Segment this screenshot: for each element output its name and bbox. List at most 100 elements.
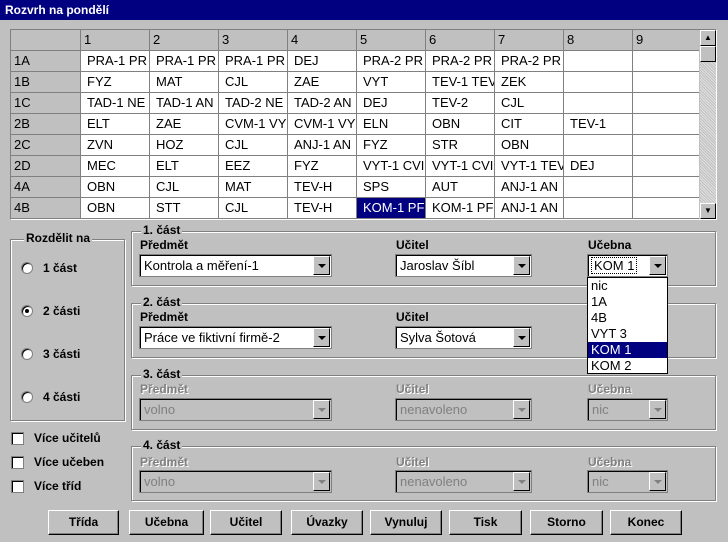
- grid-cell[interactable]: PRA-1 PR: [219, 51, 288, 72]
- chevron-down-icon[interactable]: [313, 328, 330, 347]
- scroll-thumb[interactable]: [700, 46, 716, 62]
- checkbox-more-teachers[interactable]: [11, 432, 24, 445]
- part-1-subject-select[interactable]: Kontrola a měření-1: [139, 254, 332, 277]
- grid-cell[interactable]: ANJ-1 AN: [495, 198, 564, 219]
- grid-cell[interactable]: [633, 72, 702, 93]
- grid-cell[interactable]: [633, 198, 702, 219]
- grid-cell[interactable]: AUT: [426, 177, 495, 198]
- grid-cell[interactable]: TEV-H: [288, 198, 357, 219]
- workload-button[interactable]: Úvazky: [291, 510, 363, 535]
- reset-button[interactable]: Vynuluj: [370, 510, 442, 535]
- grid-cell[interactable]: KOM-1 PF: [357, 198, 426, 219]
- grid-cell[interactable]: TAD-1 NE: [81, 93, 150, 114]
- close-button[interactable]: Konec: [610, 510, 682, 535]
- schedule-grid[interactable]: 1 2 3 4 5 6 7 8 9 1A PRA-1 PR PRA-1 PR PRA-1 PR DEJ PR…: [10, 29, 717, 220]
- chevron-down-icon[interactable]: [513, 256, 530, 275]
- grid-cell[interactable]: PRA-2 PR: [426, 51, 495, 72]
- scroll-down-icon[interactable]: ▼: [700, 203, 716, 219]
- grid-cell[interactable]: [633, 51, 702, 72]
- grid-cell[interactable]: ANJ-1 AN: [288, 135, 357, 156]
- grid-cell[interactable]: ZAE: [288, 72, 357, 93]
- room-option[interactable]: VYT 3: [588, 326, 667, 342]
- grid-cell[interactable]: ELT: [150, 156, 219, 177]
- checkbox-more-classes[interactable]: [11, 480, 24, 493]
- grid-cell[interactable]: [564, 135, 633, 156]
- grid-cell[interactable]: MEC: [81, 156, 150, 177]
- grid-cell[interactable]: EEZ: [219, 156, 288, 177]
- grid-cell[interactable]: FYZ: [288, 156, 357, 177]
- grid-cell[interactable]: ZEK: [495, 72, 564, 93]
- grid-cell[interactable]: ZAE: [150, 114, 219, 135]
- grid-cell[interactable]: VYT-1 CVI: [426, 156, 495, 177]
- grid-cell[interactable]: OBN: [495, 135, 564, 156]
- grid-cell[interactable]: [564, 177, 633, 198]
- grid-cell[interactable]: ELN: [357, 114, 426, 135]
- radio-4-parts[interactable]: [21, 391, 33, 403]
- grid-cell[interactable]: SPS: [357, 177, 426, 198]
- grid-cell[interactable]: VYT: [357, 72, 426, 93]
- grid-cell[interactable]: [633, 114, 702, 135]
- room-button[interactable]: Učebna: [129, 510, 204, 535]
- radio-3-parts[interactable]: [21, 348, 33, 360]
- grid-cell[interactable]: TAD-2 AN: [288, 93, 357, 114]
- grid-cell[interactable]: PRA-1 PR: [150, 51, 219, 72]
- grid-cell[interactable]: STR: [426, 135, 495, 156]
- grid-cell[interactable]: PRA-2 PR: [495, 51, 564, 72]
- teacher-button[interactable]: Učitel: [210, 510, 282, 535]
- chevron-down-icon[interactable]: [513, 328, 530, 347]
- grid-vertical-scrollbar[interactable]: ▲ ▼: [699, 30, 716, 219]
- grid-cell[interactable]: HOZ: [150, 135, 219, 156]
- grid-cell[interactable]: VYT-1 TEV: [495, 156, 564, 177]
- grid-cell[interactable]: CJL: [219, 198, 288, 219]
- room-option-selected[interactable]: KOM 1: [588, 342, 667, 358]
- room-dropdown-list[interactable]: nic 1A 4B VYT 3 KOM 1 KOM 2: [587, 277, 668, 374]
- scroll-up-icon[interactable]: ▲: [700, 30, 716, 46]
- grid-cell[interactable]: [633, 135, 702, 156]
- room-option[interactable]: 1A: [588, 294, 667, 310]
- grid-cell[interactable]: ZVN: [81, 135, 150, 156]
- grid-cell[interactable]: CIT: [495, 114, 564, 135]
- grid-cell[interactable]: CVM-1 VY: [288, 114, 357, 135]
- grid-cell[interactable]: ELT: [81, 114, 150, 135]
- grid-cell[interactable]: OBN: [81, 177, 150, 198]
- grid-cell[interactable]: TAD-1 AN: [150, 93, 219, 114]
- grid-cell[interactable]: CVM-1 VY: [219, 114, 288, 135]
- grid-cell[interactable]: OBN: [81, 198, 150, 219]
- room-option[interactable]: nic: [588, 278, 667, 294]
- class-button[interactable]: Třída: [48, 510, 119, 535]
- grid-cell[interactable]: MAT: [150, 72, 219, 93]
- grid-cell[interactable]: MAT: [219, 177, 288, 198]
- grid-cell[interactable]: TEV-H: [288, 177, 357, 198]
- cancel-button[interactable]: Storno: [530, 510, 603, 535]
- grid-cell[interactable]: ANJ-1 AN: [495, 177, 564, 198]
- checkbox-more-rooms[interactable]: [11, 456, 24, 469]
- grid-cell[interactable]: FYZ: [81, 72, 150, 93]
- grid-cell[interactable]: DEJ: [564, 156, 633, 177]
- print-button[interactable]: Tisk: [449, 510, 522, 535]
- grid-cell[interactable]: KOM-1 PF: [426, 198, 495, 219]
- grid-cell[interactable]: TEV-2: [426, 93, 495, 114]
- grid-cell[interactable]: [633, 156, 702, 177]
- room-option[interactable]: KOM 2: [588, 358, 667, 374]
- grid-cell[interactable]: [633, 93, 702, 114]
- grid-cell[interactable]: TAD-2 NE: [219, 93, 288, 114]
- grid-cell[interactable]: FYZ: [357, 135, 426, 156]
- grid-cell[interactable]: TEV-1 TEV: [426, 72, 495, 93]
- grid-cell[interactable]: PRA-1 PR: [81, 51, 150, 72]
- grid-cell[interactable]: DEJ: [357, 93, 426, 114]
- radio-1-part[interactable]: [21, 262, 33, 274]
- grid-cell[interactable]: OBN: [426, 114, 495, 135]
- grid-cell[interactable]: VYT-1 CVI: [357, 156, 426, 177]
- radio-2-parts[interactable]: [21, 305, 33, 317]
- grid-cell[interactable]: TEV-1: [564, 114, 633, 135]
- grid-cell[interactable]: [564, 93, 633, 114]
- grid-cell[interactable]: STT: [150, 198, 219, 219]
- part-2-subject-select[interactable]: Práce ve fiktivní firmě-2: [139, 326, 332, 349]
- chevron-down-icon[interactable]: [649, 256, 666, 275]
- part-2-teacher-select[interactable]: Sylva Šotová: [395, 326, 532, 349]
- grid-cell[interactable]: CJL: [219, 135, 288, 156]
- grid-cell[interactable]: [564, 198, 633, 219]
- grid-cell[interactable]: [633, 177, 702, 198]
- grid-cell[interactable]: DEJ: [288, 51, 357, 72]
- grid-cell[interactable]: PRA-2 PR: [357, 51, 426, 72]
